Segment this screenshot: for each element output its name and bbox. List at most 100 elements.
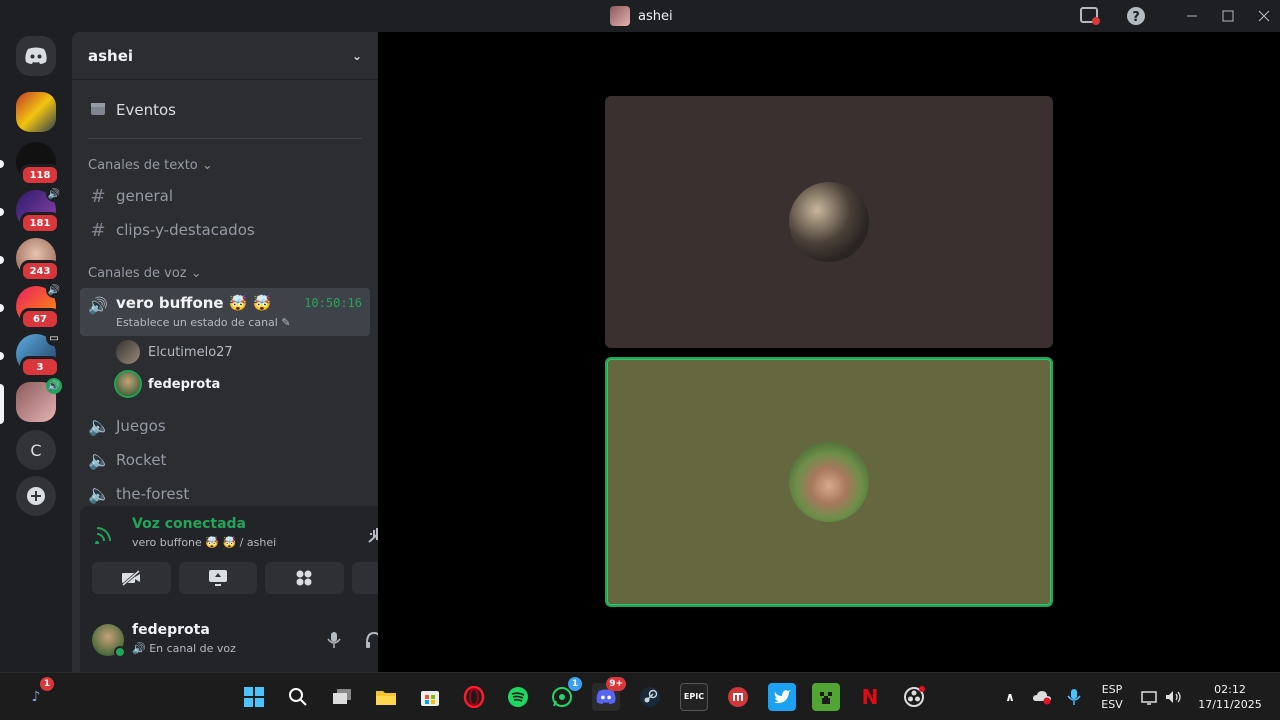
obs-icon[interactable] [900,683,928,711]
mention-badge: 243 [20,260,60,282]
screen-share-icon[interactable] [178,562,257,594]
channel-label: Juegos [116,417,166,435]
server-icon-c[interactable]: C [16,430,56,470]
help-icon[interactable]: ? [1124,4,1148,28]
chevron-down-icon: ⌄ [351,48,362,63]
server-rail: 118 🔊 181 243 🔊 67 ▭ 3 🔊 C [0,32,72,672]
notif-badge: 1 [40,677,54,691]
mention-badge: 118 [20,164,60,186]
cloud-sync-icon[interactable] [1028,683,1056,711]
search-icon[interactable] [284,683,312,711]
steam-icon[interactable] [636,683,664,711]
epic-games-icon[interactable]: EPIC [680,683,708,711]
screen-icon: ▭ [46,330,62,346]
channel-clips[interactable]: # clips-y-destacados [80,214,370,246]
server-icon-6[interactable]: ▭ 3 [16,330,62,378]
voice-timer: 10:50:16 [304,296,362,310]
voice-category[interactable]: Canales de voz ⌄ [88,266,202,281]
server-icon-5[interactable]: 🔊 67 [16,282,62,330]
chevron-down-icon: ⌄ [190,266,202,281]
guild-header[interactable]: ashei ⌄ [72,32,378,80]
chevron-up-icon[interactable]: ∧ [996,683,1024,711]
activities-icon[interactable] [265,562,344,594]
microphone-tray-icon[interactable] [1060,683,1088,711]
twitter-icon[interactable] [768,683,796,711]
channel-status[interactable]: Establece un estado de canal ✎ [116,316,291,329]
microphone-icon[interactable] [320,626,348,654]
channel-label: clips-y-destacados [116,221,255,239]
hash-icon: # [90,185,106,207]
camera-off-icon[interactable] [92,562,171,594]
close-icon[interactable] [1252,4,1276,28]
voice-channel-rocket[interactable]: 🔈 Rocket [80,444,370,476]
voice-user[interactable]: Elcutimelo27 [116,338,233,366]
opera-icon[interactable] [460,683,488,711]
calendar-icon [88,100,108,121]
events-item[interactable]: Eventos [80,94,370,126]
discord-home-icon[interactable] [16,36,56,76]
channel-label: general [116,187,174,205]
voice-category-label: Canales de voz [88,266,187,281]
clock-time: 02:12 [1214,683,1246,696]
speaker-icon: 🔈 [88,415,111,437]
unread-pip [0,304,4,312]
title-bar: ashei ? [0,0,1280,32]
window-title-text: ashei [638,8,673,24]
notification-music-icon[interactable]: ♪ 1 [22,677,54,711]
microsoft-store-icon[interactable] [416,683,444,711]
guild-name: ashei [88,46,134,65]
add-server-icon[interactable] [16,476,56,516]
server-icon-4[interactable]: 243 [16,238,60,282]
discord-taskbar-icon[interactable]: 9+ [592,677,626,711]
signal-icon [94,522,120,548]
whatsapp-icon[interactable]: 1 [548,677,582,711]
participant-tile-speaking[interactable] [605,357,1053,607]
voice-channel-active[interactable]: 🔊 vero buffone 🤯 🤯 Establece un estado d… [80,288,370,336]
minimize-icon[interactable] [1180,4,1204,28]
avatar [116,340,140,364]
speaker-icon: 🔈 [88,449,111,471]
speaker-icon: 🔊 [46,378,62,394]
minecraft-icon[interactable] [812,683,840,711]
server-icon-2[interactable]: 118 [16,142,60,186]
voice-status-title[interactable]: Voz conectada [132,516,246,532]
voice-user[interactable]: fedeprota [116,370,220,398]
chevron-down-icon: ⌄ [201,158,213,173]
voice-status-subtitle[interactable]: vero buffone 🤯 🤯 / ashei [132,536,276,549]
file-explorer-icon[interactable] [372,683,400,711]
events-label: Eventos [116,101,176,119]
participant-tile[interactable] [605,96,1053,348]
online-status-icon [114,646,126,658]
channel-general[interactable]: # general [80,180,370,212]
voice-user-name: fedeprota [148,376,221,392]
user-name[interactable]: fedeprota [132,622,210,638]
maximize-icon[interactable] [1216,4,1240,28]
clock-date: 17/11/2025 [1198,698,1262,711]
voice-channel-juegos[interactable]: 🔈 Juegos [80,410,370,442]
music-note-icon: ♪ [31,689,41,705]
voice-stage [378,32,1280,672]
server-icon-ashei[interactable]: 🔊 [16,378,62,422]
windows-taskbar: ♪ 1 1 9+ EPIC N ∧ ESP ESV 02:12 17/11/20… [0,672,1280,720]
task-view-icon[interactable] [328,683,356,711]
speaker-icon: 🔊 [46,186,62,202]
clock[interactable]: 02:12 17/11/2025 [1192,682,1268,712]
speaker-icon: 🔊 [88,296,108,315]
keyboard-layout[interactable]: ESP ESV [1098,682,1126,712]
server-icon-1[interactable] [16,92,56,132]
channel-label: Rocket [116,451,167,469]
mention-badge: 181 [20,212,60,234]
discord-badge: 9+ [606,677,626,691]
voice-channel-name: vero buffone 🤯 🤯 [116,294,272,312]
volume-icon[interactable] [1160,683,1188,711]
server-icon-3[interactable]: 🔊 181 [16,186,62,234]
svg-text:?: ? [1132,10,1140,25]
inbox-icon[interactable] [1078,4,1102,28]
spotify-icon[interactable] [504,683,532,711]
unread-pip [0,352,4,360]
text-category[interactable]: Canales de texto ⌄ [88,158,213,173]
windows-start-icon[interactable] [240,683,268,711]
riot-icon[interactable] [724,683,752,711]
hash-icon: # [90,219,106,241]
netflix-icon[interactable]: N [856,683,884,711]
